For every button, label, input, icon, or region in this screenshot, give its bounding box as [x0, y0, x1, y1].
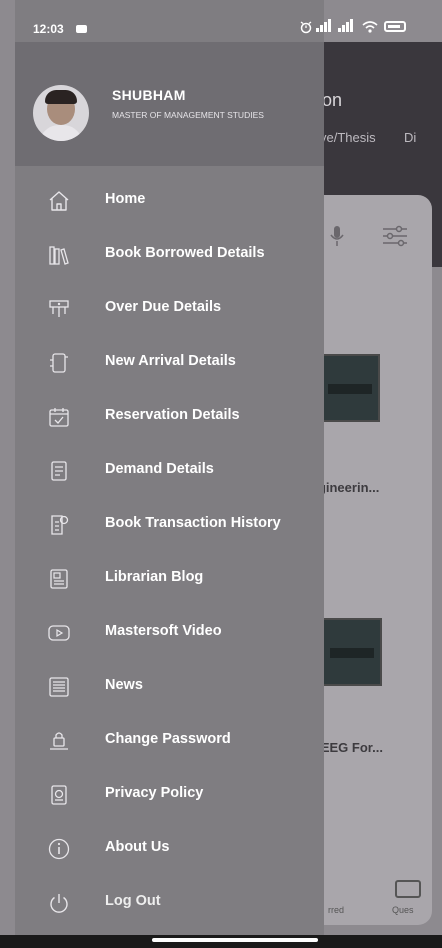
menu-item-home[interactable]: Home: [15, 174, 324, 228]
books-icon: [47, 243, 71, 267]
alarm-icon: [300, 21, 312, 34]
menu-item-label: Demand Details: [105, 461, 214, 477]
status-bar: 12:03: [0, 0, 442, 42]
book-cover: [320, 354, 380, 422]
menu-item-privacy-policy[interactable]: Privacy Policy: [15, 768, 324, 822]
password-lock-icon: [47, 729, 71, 753]
bottom-nav-label: rred: [328, 905, 345, 915]
menu-item-label: New Arrival Details: [105, 353, 236, 369]
phone-screen: on ve/Thesis Di ngineerin... e EEG For..…: [0, 0, 442, 948]
menu-item-label: Home: [105, 191, 146, 207]
menu-item-mastersoft-video[interactable]: Mastersoft Video: [15, 606, 324, 660]
menu-item-label: Privacy Policy: [105, 785, 204, 801]
menu-item-label: About Us: [105, 839, 170, 855]
menu-item-label: News: [105, 677, 143, 693]
menu-item-demand[interactable]: Demand Details: [15, 444, 324, 498]
avatar[interactable]: [33, 85, 89, 141]
message-icon: [76, 25, 87, 33]
menu-item-label: Log Out: [105, 893, 161, 909]
blog-icon: [47, 567, 71, 591]
menu-item-new-arrival[interactable]: New Arrival Details: [15, 336, 324, 390]
power-icon: [47, 891, 71, 915]
system-nav-bar: [0, 935, 442, 948]
cell-signal-icon-2: [338, 19, 358, 34]
menu-item-label: Over Due Details: [105, 299, 222, 315]
status-time: 12:03: [33, 22, 64, 36]
info-icon: [47, 837, 71, 861]
menu-item-label: Change Password: [105, 731, 231, 747]
menu-item-label: Book Transaction History: [105, 515, 281, 531]
menu-item-log-out[interactable]: Log Out: [15, 876, 324, 930]
filter-icon: [383, 225, 407, 247]
menu-item-librarian-blog[interactable]: Librarian Blog: [15, 552, 324, 606]
menu-item-news[interactable]: News: [15, 660, 324, 714]
cell-signal-icon: [316, 19, 336, 34]
drawer-menu: Home Book Borrowed Details Over Due Deta…: [15, 174, 324, 930]
background-tab-di: Di: [404, 130, 417, 145]
transaction-history-icon: [47, 513, 71, 537]
user-name: SHUBHAM: [112, 87, 186, 103]
book-cover: [322, 618, 382, 686]
overdue-icon: [47, 297, 71, 321]
calendar-check-icon: [47, 405, 71, 429]
menu-item-label: Mastersoft Video: [105, 623, 222, 639]
new-arrival-icon: [47, 351, 71, 375]
mic-icon: [330, 226, 344, 246]
menu-item-book-borrowed[interactable]: Book Borrowed Details: [15, 228, 324, 282]
user-course: MASTER OF MANAGEMENT STUDIES: [112, 110, 264, 120]
video-icon: [47, 621, 71, 645]
menu-item-transaction-history[interactable]: Book Transaction History: [15, 498, 324, 552]
news-icon: [47, 675, 71, 699]
menu-item-label: Book Borrowed Details: [105, 245, 265, 261]
home-indicator[interactable]: [152, 938, 318, 942]
navigation-drawer: SHUBHAM MASTER OF MANAGEMENT STUDIES Hom…: [15, 0, 324, 935]
background-tab-thesis: ve/Thesis: [320, 130, 376, 145]
menu-item-about-us[interactable]: About Us: [15, 822, 324, 876]
menu-item-over-due[interactable]: Over Due Details: [15, 282, 324, 336]
queue-icon: [395, 880, 421, 898]
status-icons: [300, 19, 415, 36]
document-icon: [47, 459, 71, 483]
home-icon: [47, 189, 71, 213]
wifi-icon: [362, 21, 378, 33]
menu-item-reservation[interactable]: Reservation Details: [15, 390, 324, 444]
bottom-nav-label: Ques: [392, 905, 414, 915]
menu-item-change-password[interactable]: Change Password: [15, 714, 324, 768]
menu-item-label: Librarian Blog: [105, 569, 204, 585]
battery-icon: [384, 21, 406, 32]
privacy-icon: [47, 783, 71, 807]
background-header-title: on: [322, 90, 343, 110]
menu-item-label: Reservation Details: [105, 407, 240, 423]
drawer-header: SHUBHAM MASTER OF MANAGEMENT STUDIES: [15, 42, 324, 166]
